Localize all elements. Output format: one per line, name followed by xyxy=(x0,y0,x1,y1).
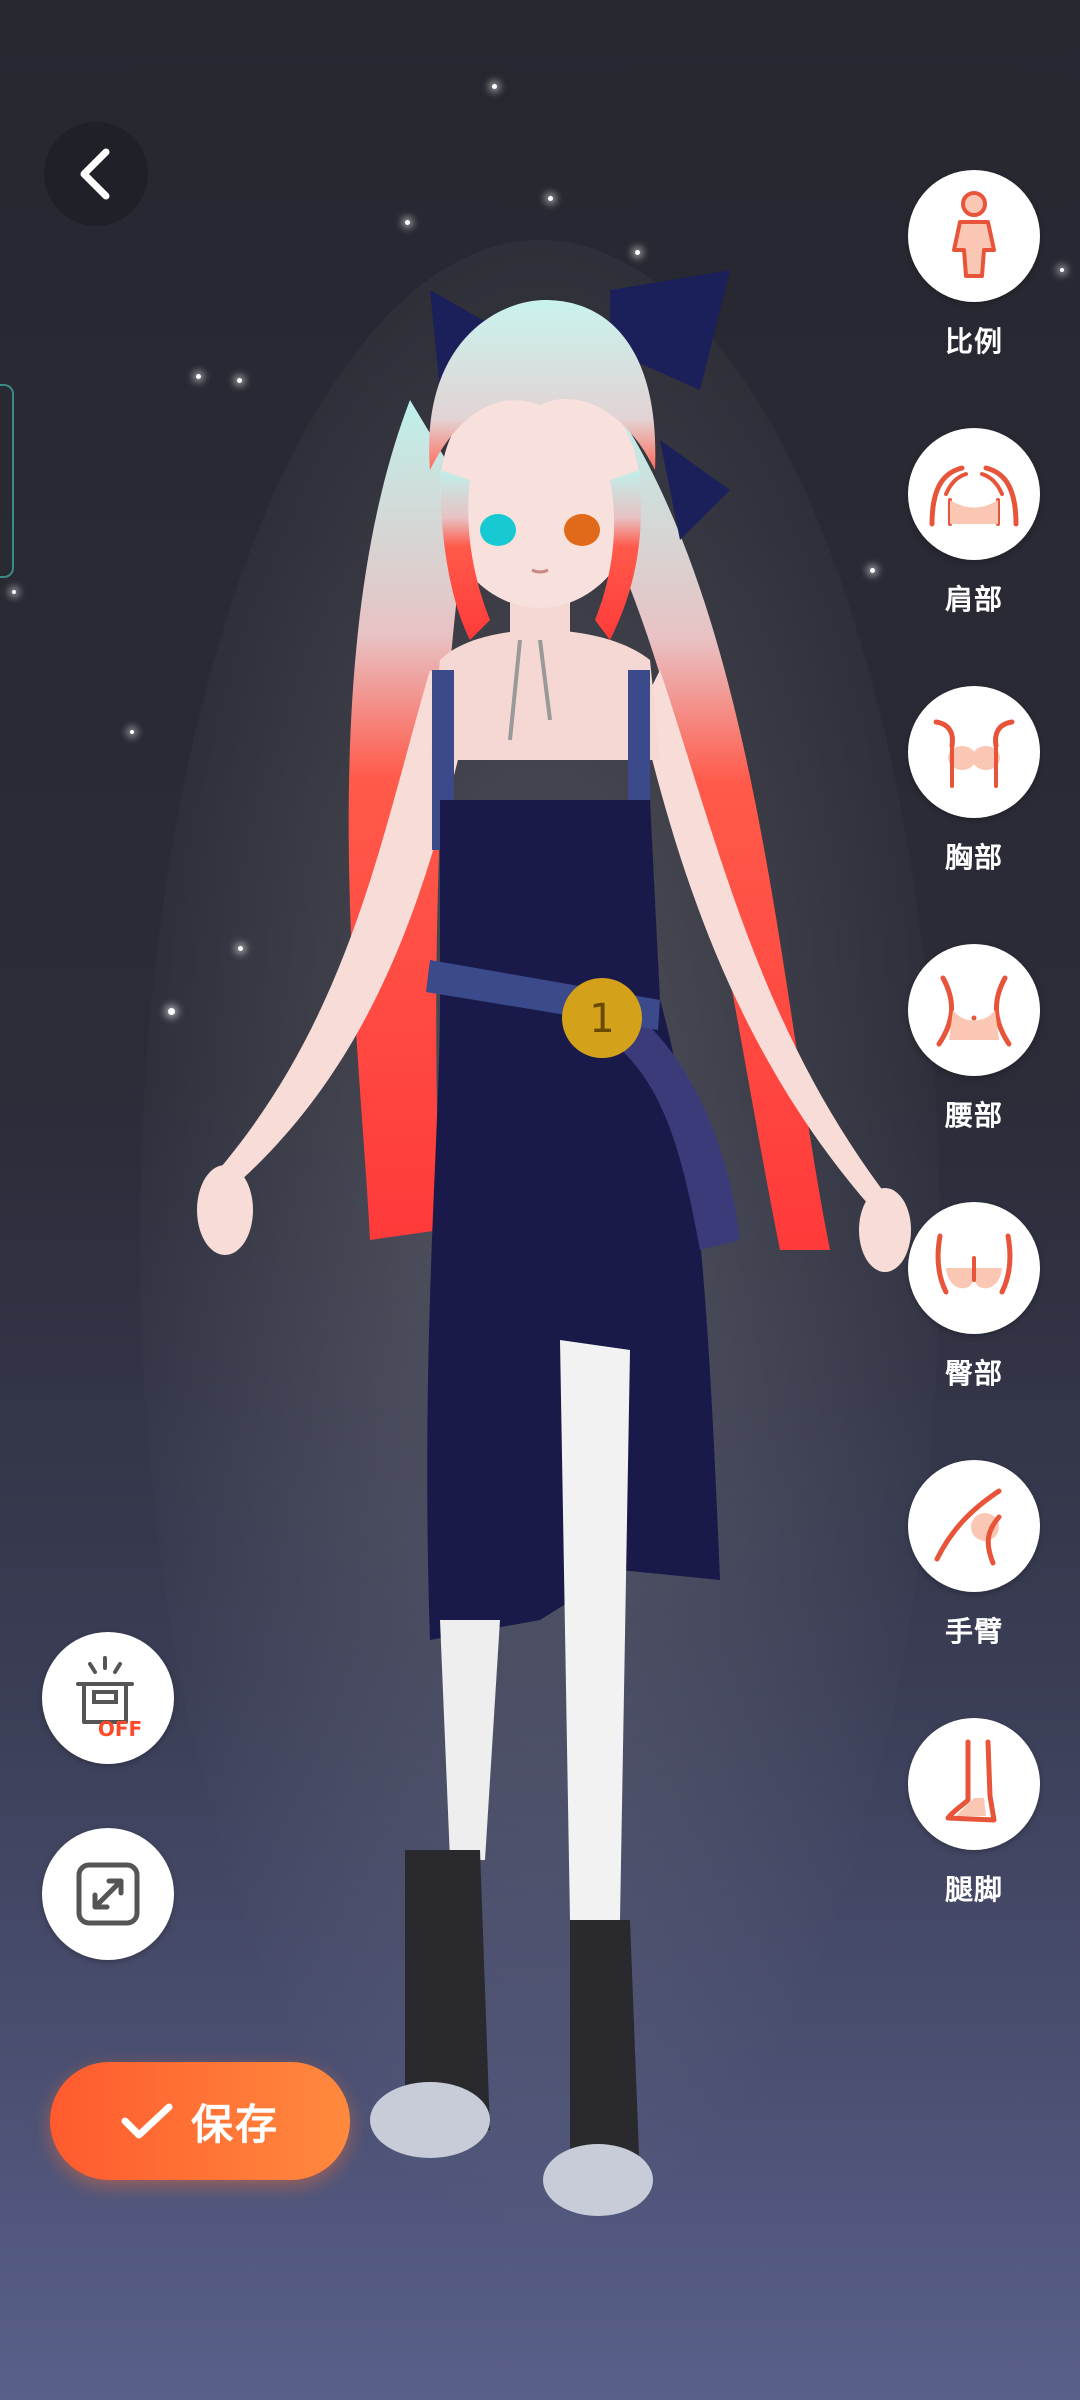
menu-item-waist[interactable]: 腰部 xyxy=(908,944,1040,1134)
menu-item-circle xyxy=(908,944,1040,1076)
waist-icon xyxy=(936,975,1012,1047)
fullscreen-button[interactable] xyxy=(42,1828,174,1960)
check-icon xyxy=(121,2103,173,2139)
chest-icon xyxy=(933,719,1015,788)
menu-item-label: 腿脚 xyxy=(944,1873,1003,1906)
menu-item-circle xyxy=(908,170,1040,302)
menu-item-hip[interactable]: 臀部 xyxy=(908,1202,1040,1392)
off-badge: OFF xyxy=(98,1717,142,1741)
side-drawer-handle[interactable] xyxy=(0,384,14,578)
menu-item-arm[interactable]: 手臂 xyxy=(908,1460,1040,1650)
menu-item-shoulder[interactable]: 肩部 xyxy=(908,428,1040,618)
menu-item-circle xyxy=(908,428,1040,560)
menu-item-proportion[interactable]: 比例 xyxy=(908,170,1040,360)
menu-item-label: 臀部 xyxy=(944,1357,1003,1390)
avatar-character-model[interactable]: 1 xyxy=(140,240,940,2260)
leg-icon xyxy=(945,1739,997,1823)
outfit-off-icon: OFF xyxy=(76,1656,142,1741)
expand-icon xyxy=(76,1862,140,1926)
menu-item-circle xyxy=(908,1718,1040,1850)
menu-item-circle xyxy=(908,686,1040,818)
save-button-label: 保存 xyxy=(190,2099,279,2149)
menu-item-label: 胸部 xyxy=(944,841,1003,874)
chevron-left-icon xyxy=(80,148,110,200)
shoulder-icon xyxy=(929,465,1019,527)
menu-item-label: 肩部 xyxy=(944,583,1003,616)
proportion-icon xyxy=(952,191,996,278)
svg-text:1: 1 xyxy=(589,996,614,1042)
back-button[interactable] xyxy=(44,122,148,226)
menu-item-leg[interactable]: 腿脚 xyxy=(908,1718,1040,1908)
menu-item-label: 比例 xyxy=(944,325,1003,358)
menu-item-label: 腰部 xyxy=(944,1099,1003,1132)
outfit-toggle-button[interactable]: OFF xyxy=(42,1632,174,1764)
save-button[interactable]: 保存 xyxy=(50,2062,350,2180)
menu-item-circle xyxy=(908,1460,1040,1592)
menu-item-chest[interactable]: 胸部 xyxy=(908,686,1040,876)
menu-item-circle xyxy=(908,1202,1040,1334)
menu-item-label: 手臂 xyxy=(944,1615,1003,1648)
hip-icon xyxy=(935,1233,1013,1295)
arm-icon xyxy=(934,1488,1002,1566)
